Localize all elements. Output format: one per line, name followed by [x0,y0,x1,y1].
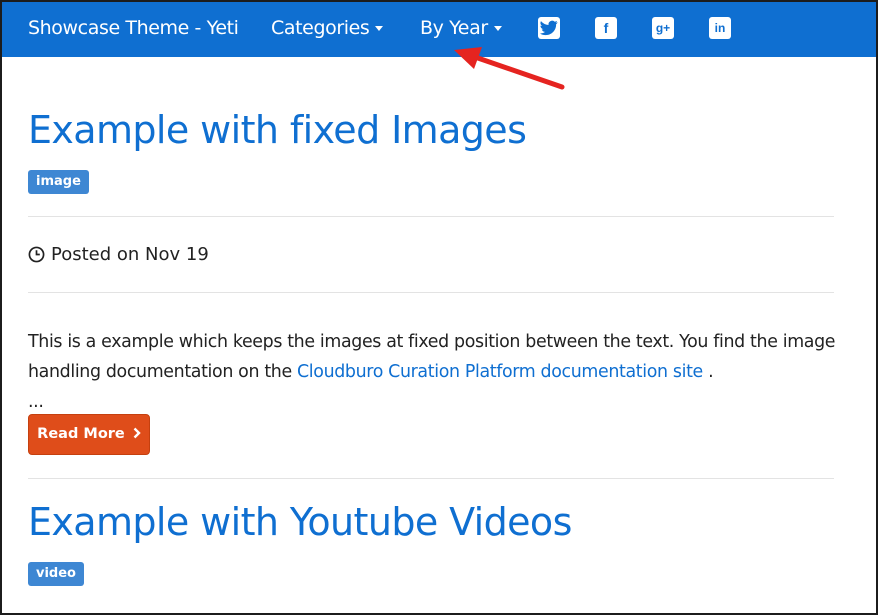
excerpt-ellipsis: ... [28,392,44,412]
navbar: Showcase Theme - Yeti Categories By Year… [2,2,876,57]
read-more-button[interactable]: Read More [28,414,150,455]
post-date: Posted on Nov 19 [28,242,209,268]
post-date-text: Posted on Nov 19 [51,244,209,265]
brand-link[interactable]: Showcase Theme - Yeti [28,2,239,57]
excerpt-text-end: . [702,362,714,382]
caret-down-icon [493,26,502,31]
google-plus-icon[interactable]: g+ [652,17,674,39]
facebook-icon[interactable]: f [595,17,617,39]
categories-dropdown[interactable]: Categories [271,2,384,57]
divider [28,292,834,293]
divider [28,216,834,217]
twitter-icon[interactable] [538,17,560,39]
tag-badge[interactable]: video [28,562,84,586]
tag-badge[interactable]: image [28,170,89,194]
categories-label: Categories [271,17,370,39]
caret-down-icon [375,26,384,31]
chevron-right-icon [133,427,141,439]
documentation-link[interactable]: Cloudburo Curation Platform documentatio… [297,362,703,382]
clock-icon [28,246,45,263]
post-title[interactable]: Example with Youtube Videos [28,500,572,544]
read-more-label: Read More [37,426,125,442]
red-arrow-icon [454,47,565,90]
by-year-label: By Year [420,17,488,39]
divider [28,478,834,479]
linkedin-icon[interactable]: in [709,17,731,39]
post-excerpt: This is a example which keeps the images… [28,327,846,417]
browser-frame: Showcase Theme - Yeti Categories By Year… [0,0,878,615]
post-title[interactable]: Example with fixed Images [28,108,527,152]
